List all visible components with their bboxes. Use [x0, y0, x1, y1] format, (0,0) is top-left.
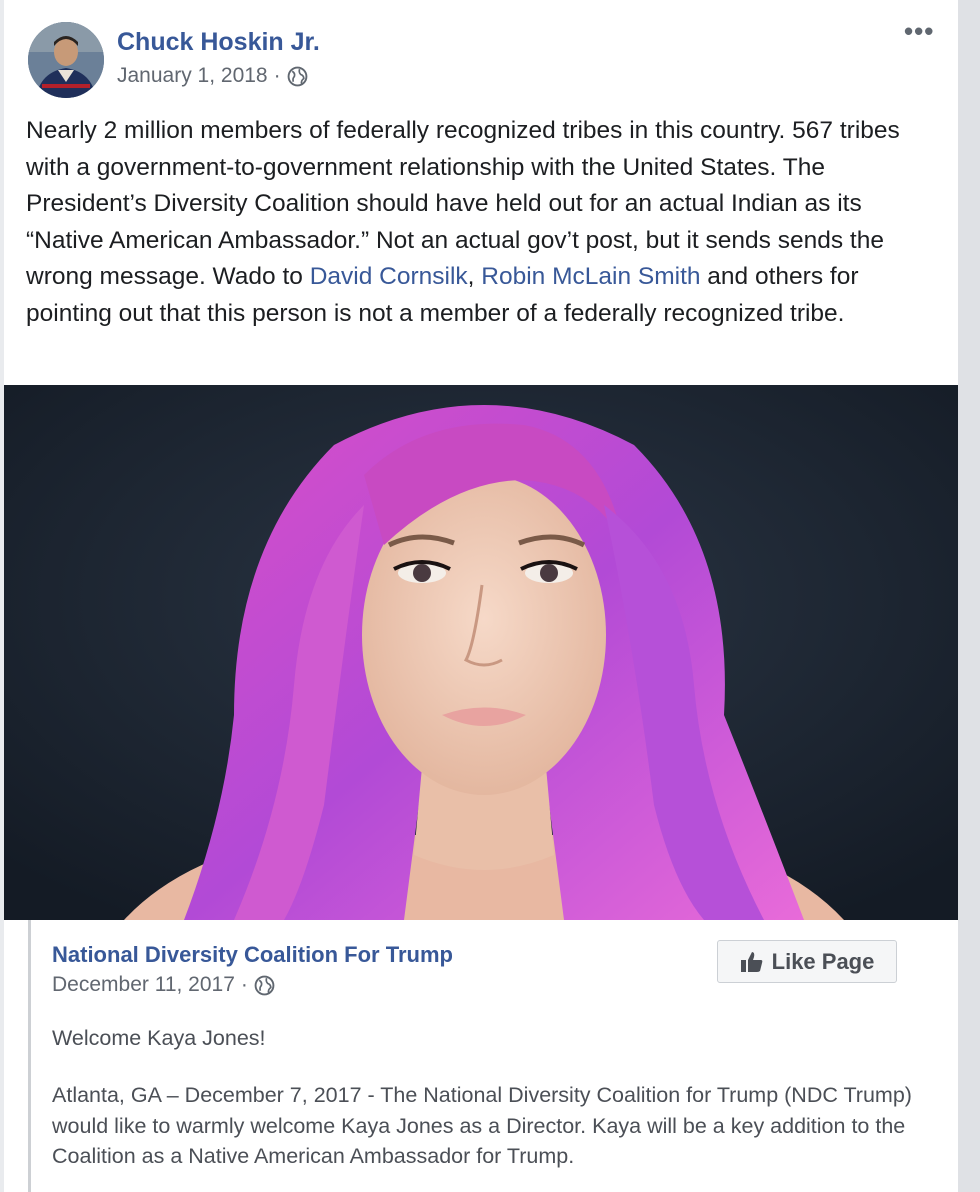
mention-link-robin-mclain-smith[interactable]: Robin McLain Smith — [481, 263, 700, 290]
thumbs-up-icon — [740, 951, 762, 972]
portrait-image — [4, 385, 958, 920]
like-page-label: Like Page — [771, 948, 875, 974]
mention-link-david-cornsilk[interactable]: David Cornsilk — [310, 263, 468, 290]
shared-meta: December 11, 2017 · — [52, 973, 275, 997]
shared-page-preview: National Diversity Coalition For Trump D… — [28, 920, 958, 1192]
shared-welcome: Welcome Kaya Jones! — [52, 1026, 266, 1050]
post-text-part-2: , — [467, 263, 482, 290]
more-options-icon[interactable]: ••• — [904, 16, 934, 47]
shared-meta-separator: · — [240, 973, 248, 996]
post-date[interactable]: January 1, 2018 — [117, 64, 268, 88]
globe-icon[interactable] — [287, 66, 308, 87]
shared-photo[interactable] — [4, 385, 958, 920]
meta-separator: · — [273, 64, 281, 87]
globe-icon[interactable] — [254, 975, 275, 996]
like-page-button[interactable]: Like Page — [717, 940, 897, 983]
author-avatar[interactable] — [28, 22, 104, 98]
page-scroll-gutter — [958, 0, 980, 1192]
shared-body: Atlanta, GA – December 7, 2017 - The Nat… — [52, 1083, 912, 1168]
post-text: Nearly 2 million members of federally re… — [26, 113, 941, 332]
author-name[interactable]: Chuck Hoskin Jr. — [117, 28, 320, 57]
shared-date[interactable]: December 11, 2017 — [52, 973, 235, 997]
post-card: Chuck Hoskin Jr. January 1, 2018 · ••• N… — [4, 0, 958, 1192]
post-meta: January 1, 2018 · — [117, 64, 308, 88]
avatar-image — [28, 22, 104, 98]
shared-page-name[interactable]: National Diversity Coalition For Trump — [52, 942, 453, 968]
